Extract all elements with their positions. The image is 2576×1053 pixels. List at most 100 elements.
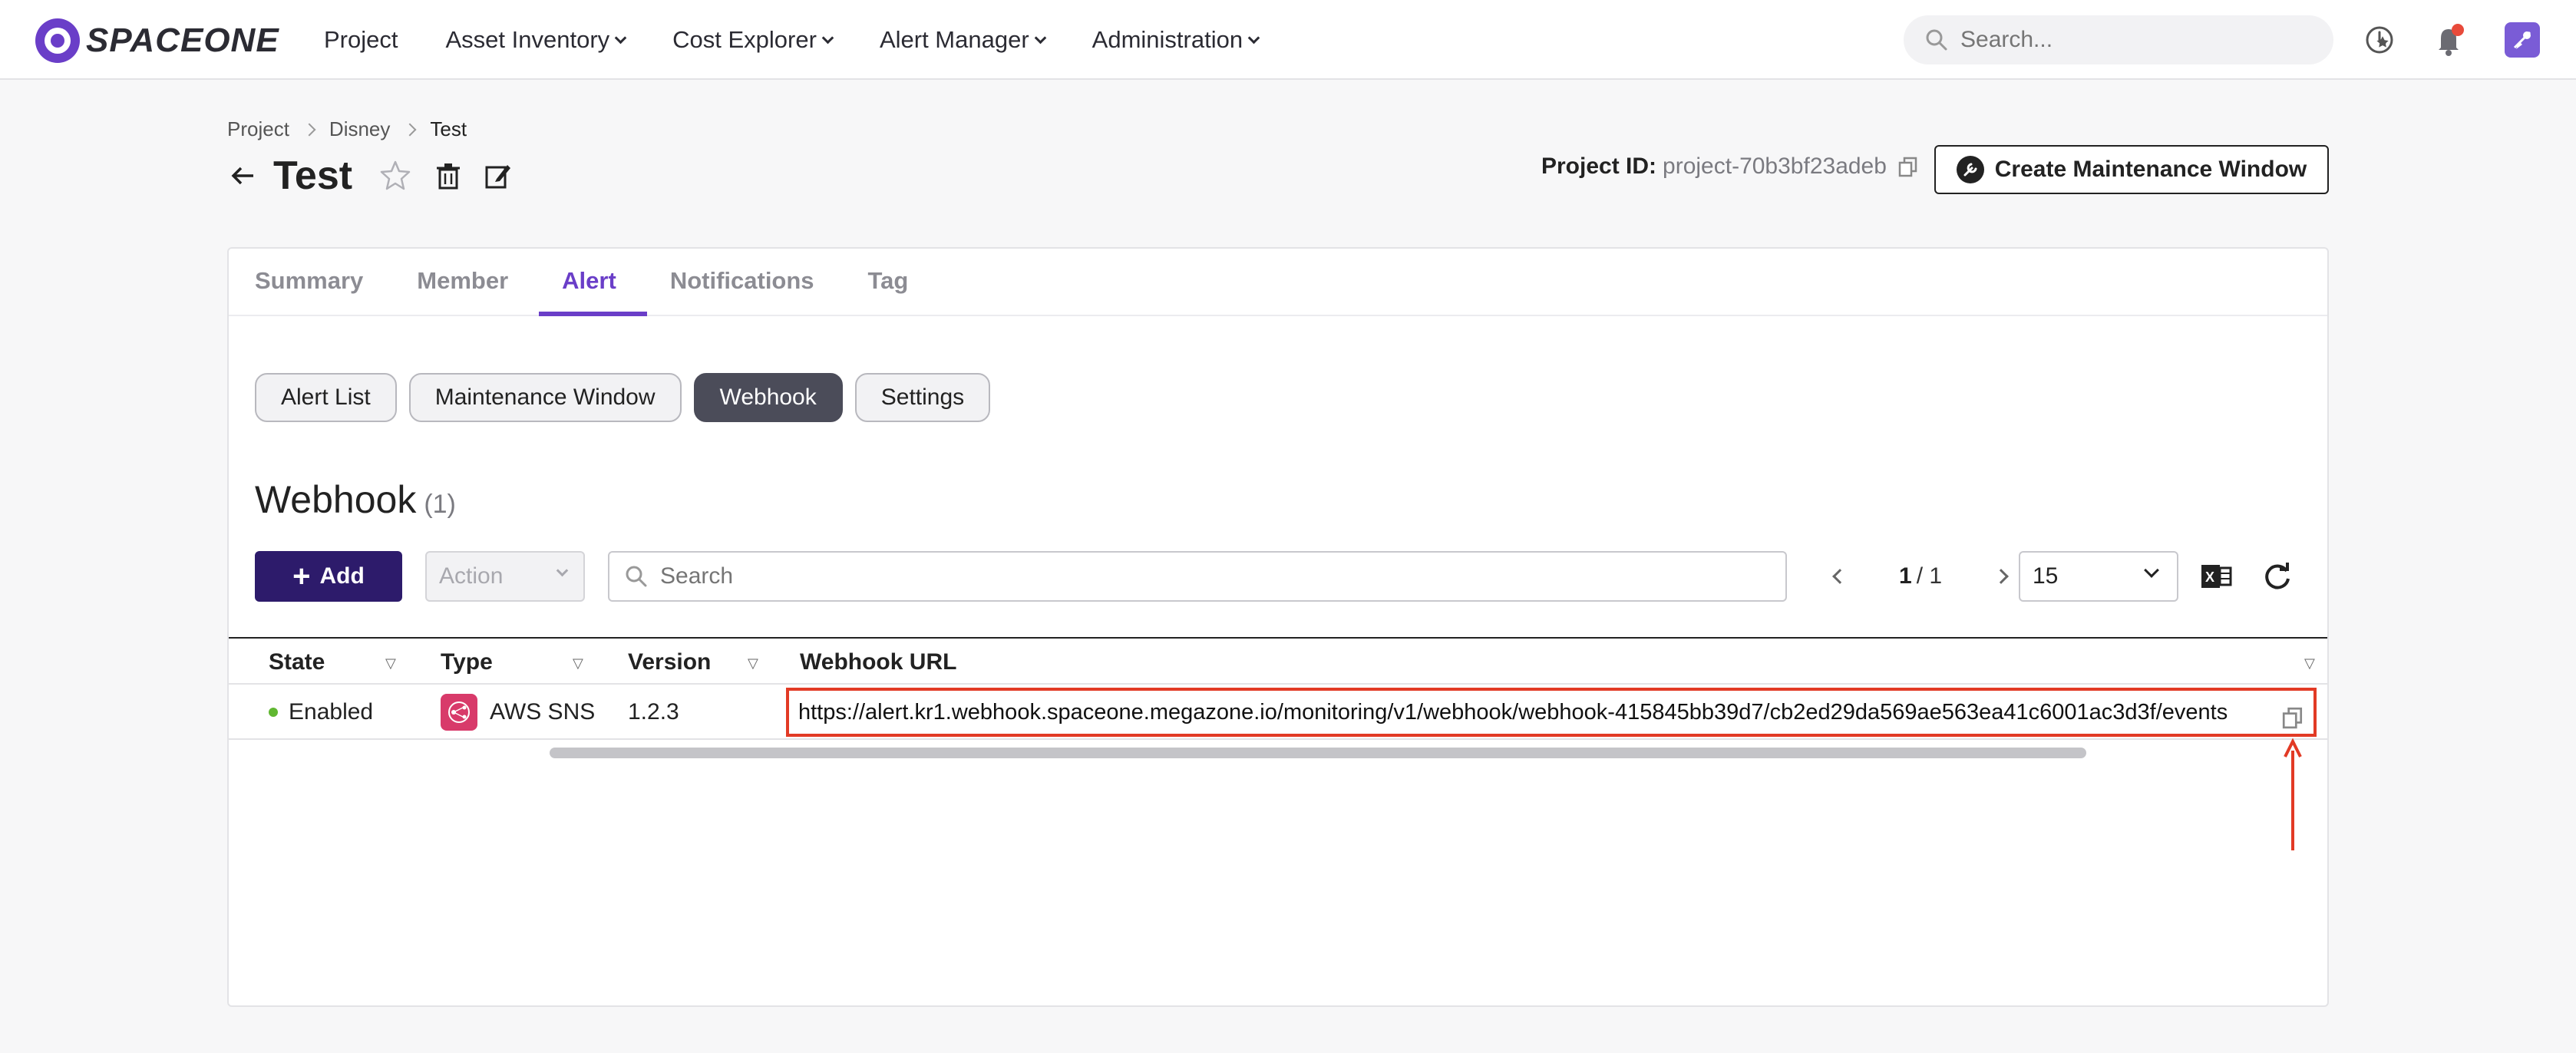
sort-icon[interactable]: ▽ (573, 655, 583, 672)
subtab-maintenance-window[interactable]: Maintenance Window (408, 373, 682, 422)
chevron-down-icon (1034, 31, 1046, 44)
page-current: 1 (1899, 563, 1912, 589)
refresh-icon[interactable] (2261, 560, 2294, 593)
next-page-icon[interactable] (1993, 569, 2009, 584)
nav-item-asset-inventory[interactable]: Asset Inventory (445, 26, 627, 54)
sort-icon[interactable]: ▽ (385, 655, 396, 672)
aws-sns-icon (441, 694, 477, 731)
column-header-label: Webhook URL (800, 649, 957, 675)
chevron-down-icon (2144, 563, 2159, 578)
nav-item-project[interactable]: Project (324, 26, 398, 54)
chevron-down-icon (1247, 31, 1260, 44)
enabled-status-dot-icon (269, 708, 278, 717)
column-header-label: State (269, 649, 325, 675)
webhook-table: State ▽ Type ▽ Version ▽ Webhook URL ▽ E… (229, 637, 2327, 758)
state-value: Enabled (289, 699, 374, 725)
delete-trash-icon[interactable] (435, 162, 461, 190)
nav-item-administration[interactable]: Administration (1091, 26, 1260, 54)
column-header-webhook-url[interactable]: Webhook URL ▽ (800, 639, 2327, 686)
project-tabs: Summary Member Alert Notifications Tag (229, 249, 2327, 316)
nav-item-cost-explorer[interactable]: Cost Explorer (672, 26, 834, 54)
section-count: (1) (424, 490, 456, 519)
sort-icon[interactable]: ▽ (748, 655, 758, 672)
page-size-select[interactable]: 15 (2019, 551, 2178, 602)
user-avatar-icon[interactable] (2504, 21, 2541, 58)
column-header-state[interactable]: State ▽ (269, 639, 422, 686)
horizontal-scrollbar[interactable] (229, 741, 2327, 764)
table-search-input[interactable] (660, 563, 1735, 589)
tab-tag[interactable]: Tag (868, 267, 909, 315)
version-cell: 1.2.3 (628, 685, 679, 740)
state-cell: Enabled (269, 685, 373, 740)
tab-summary[interactable]: Summary (255, 267, 363, 315)
edit-pencil-icon[interactable] (484, 162, 512, 190)
subtab-webhook[interactable]: Webhook (693, 373, 843, 422)
page-total: / 1 (1916, 563, 1943, 589)
global-search[interactable] (1904, 15, 2333, 64)
global-search-input[interactable] (1960, 27, 2298, 53)
logo-text: SPACEONE (86, 21, 279, 59)
pagination: 1 / 1 (1832, 551, 2009, 602)
nav-item-label: Cost Explorer (672, 26, 817, 53)
type-cell: AWS SNS (441, 685, 595, 740)
svg-text:X: X (2205, 569, 2214, 585)
webhook-toolbar: + Add Action 1 / 1 15 X (255, 551, 2312, 602)
tab-notifications[interactable]: Notifications (670, 267, 814, 315)
back-arrow-icon[interactable] (227, 160, 258, 191)
wrench-icon (1956, 156, 1984, 183)
section-title-text: Webhook (255, 478, 417, 521)
tab-member[interactable]: Member (417, 267, 508, 315)
prev-page-icon[interactable] (1832, 569, 1848, 584)
project-id-label: Project ID: (1541, 153, 1657, 179)
page-size-value: 15 (2033, 563, 2059, 589)
sort-icon[interactable]: ▽ (2304, 655, 2315, 672)
create-maintenance-window-button[interactable]: Create Maintenance Window (1934, 145, 2329, 194)
chevron-down-icon (821, 31, 834, 44)
table-header: State ▽ Type ▽ Version ▽ Webhook URL ▽ (229, 637, 2327, 686)
action-dropdown-label: Action (439, 563, 504, 589)
breadcrumb-item-disney[interactable]: Disney (329, 117, 390, 141)
column-header-version[interactable]: Version ▽ (628, 639, 781, 686)
scrollbar-thumb[interactable] (550, 748, 2086, 758)
history-icon[interactable] (2363, 21, 2399, 58)
project-id-value: project-70b3bf23adeb (1663, 153, 1887, 179)
breadcrumb: Project Disney Test (227, 117, 467, 141)
column-header-label: Version (628, 649, 712, 675)
chevron-right-icon (403, 123, 417, 136)
version-value: 1.2.3 (628, 699, 679, 725)
favorite-star-icon[interactable] (378, 159, 412, 193)
breadcrumb-item-project[interactable]: Project (227, 117, 289, 141)
tab-alert[interactable]: Alert (539, 267, 647, 316)
webhook-url-value[interactable]: https://alert.kr1.webhook.spaceone.megaz… (798, 700, 2228, 725)
spaceone-logo-icon (35, 18, 80, 63)
copy-icon[interactable] (2281, 706, 2304, 729)
copy-icon[interactable] (1897, 156, 1919, 177)
type-value: AWS SNS (490, 699, 596, 725)
search-icon (626, 566, 647, 587)
spaceone-logo[interactable]: SPACEONE (35, 18, 279, 63)
subtab-alert-list[interactable]: Alert List (255, 373, 397, 422)
table-search[interactable] (608, 551, 1787, 602)
excel-export-icon[interactable]: X (2200, 560, 2232, 593)
action-dropdown[interactable]: Action (425, 551, 585, 602)
subtab-settings[interactable]: Settings (854, 373, 991, 422)
nav-item-alert-manager[interactable]: Alert Manager (879, 26, 1046, 54)
chevron-down-icon (556, 564, 569, 577)
column-header-type[interactable]: Type ▽ (441, 639, 594, 686)
webhook-url-cell: https://alert.kr1.webhook.spaceone.megaz… (786, 688, 2317, 737)
nav-item-label: Administration (1091, 26, 1243, 53)
chevron-down-icon (614, 31, 627, 44)
add-button-label: Add (319, 563, 365, 589)
notification-bell-icon[interactable] (2430, 21, 2467, 58)
nav-item-label: Alert Manager (879, 26, 1029, 53)
nav-item-label: Project (324, 26, 398, 53)
page-title: Test (273, 153, 353, 198)
create-maintenance-window-label: Create Maintenance Window (1994, 157, 2307, 182)
chevron-right-icon (302, 123, 316, 136)
main-nav: Project Asset Inventory Cost Explorer Al… (324, 0, 1306, 80)
add-button[interactable]: + Add (255, 551, 402, 602)
table-row[interactable]: Enabled AWS SNS 1.2.3 https://alert.kr1.… (229, 685, 2327, 740)
plus-icon: + (292, 560, 311, 593)
annotation-arrow-icon (2284, 738, 2302, 850)
page-header: Test (227, 149, 512, 203)
